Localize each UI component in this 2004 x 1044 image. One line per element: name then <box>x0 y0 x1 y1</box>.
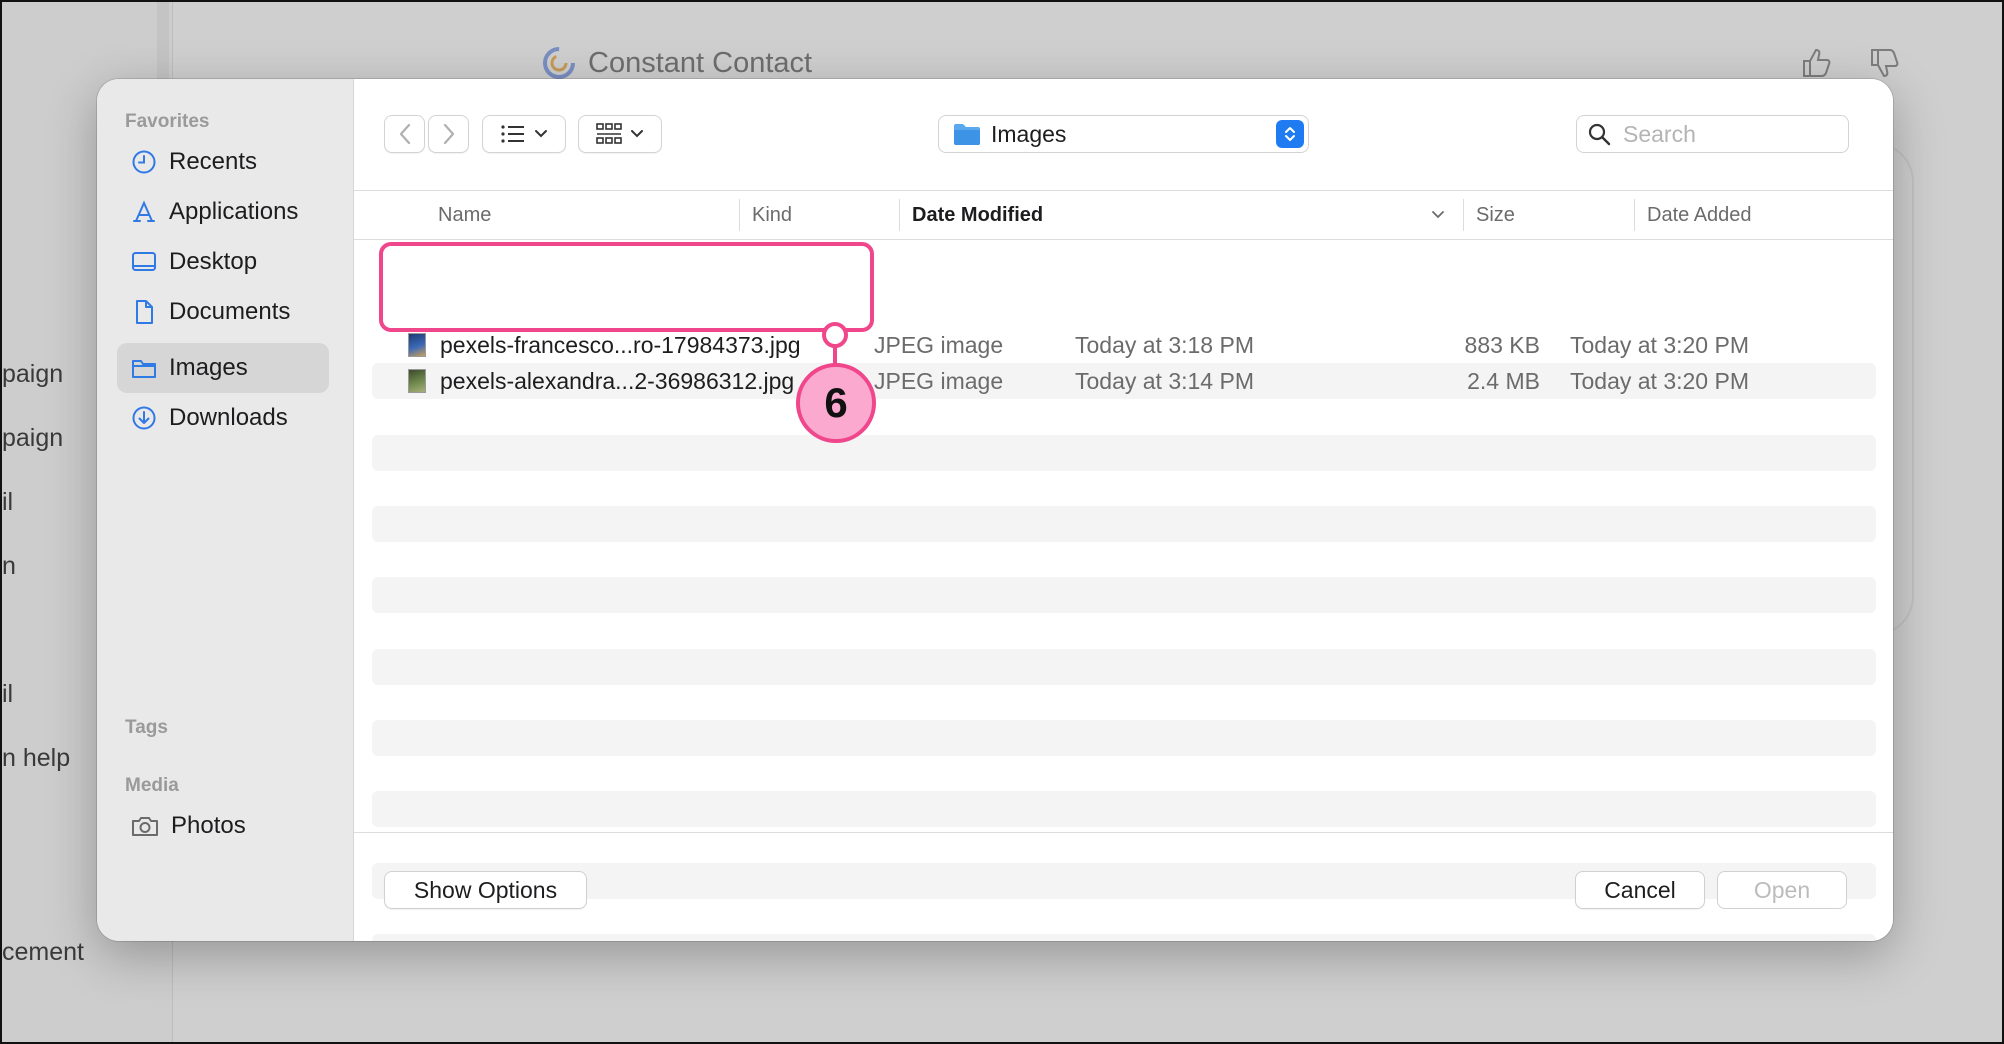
file-name-cell: pexels-francesco...ro-17984373.jpg <box>408 327 801 363</box>
sidebar-item-desktop[interactable]: Desktop <box>117 237 329 287</box>
current-folder-label: Images <box>991 120 1067 147</box>
background-app-name: Constant Contact <box>588 46 813 79</box>
empty-row <box>372 577 1876 613</box>
file-kind: JPEG image <box>874 331 1004 358</box>
list-view-icon <box>501 125 524 143</box>
empty-row <box>372 649 1876 685</box>
empty-row <box>372 506 1876 542</box>
file-size: 883 KB <box>1464 331 1540 358</box>
annotation-anchor-dot <box>822 322 848 348</box>
sidebar-item-label: Photos <box>171 812 246 839</box>
view-mode-button[interactable] <box>482 115 566 153</box>
search-icon <box>1588 123 1611 146</box>
sidebar-item-recents[interactable]: Recents <box>117 137 329 187</box>
group-by-button[interactable] <box>578 115 662 153</box>
table-row[interactable]: pexels-alexandra...2-36986312.jpg JPEG i… <box>372 363 1876 399</box>
sidebar-item-label: Recents <box>169 148 258 175</box>
chevron-down-icon <box>535 130 547 138</box>
search-input[interactable] <box>1621 119 1825 149</box>
sidebar-item-label: Applications <box>169 198 299 225</box>
screenshot-frame: paign paign il n il n help cement Consta… <box>0 0 2004 1044</box>
column-headers: Name Kind Date Modified Size Date Added <box>354 191 1893 240</box>
thumbs-up-icon <box>1803 48 1831 77</box>
file-date-added: Today at 3:20 PM <box>1570 331 1749 358</box>
desktop-icon <box>132 252 156 271</box>
sidebar-item-documents[interactable]: Documents <box>117 287 329 337</box>
forward-button[interactable] <box>428 115 469 153</box>
location-popup[interactable]: Images <box>938 115 1309 153</box>
table-row[interactable]: pexels-francesco...ro-17984373.jpg JPEG … <box>372 327 1876 363</box>
folder-icon <box>132 360 156 378</box>
empty-row <box>372 435 1876 471</box>
file-date-added: Today at 3:20 PM <box>1570 367 1749 394</box>
column-header-name[interactable]: Name <box>426 191 739 239</box>
popup-stepper <box>1276 120 1304 148</box>
sidebar-item-label: Images <box>169 354 248 381</box>
sidebar-item-label: Desktop <box>169 248 258 275</box>
background-nav-item: n help <box>2 744 71 772</box>
sidebar-item-label: Documents <box>169 298 291 325</box>
column-header-date-modified[interactable]: Date Modified <box>900 191 1100 239</box>
applications-icon <box>133 200 155 222</box>
search-field[interactable] <box>1576 115 1849 153</box>
constant-contact-logo-icon <box>543 47 575 79</box>
background-nav-item: il <box>2 488 14 516</box>
file-name: pexels-alexandra...2-36986312.jpg <box>440 367 795 394</box>
favorites-section-label: Favorites <box>125 111 210 132</box>
up-down-chevron-icon <box>1285 127 1295 141</box>
clock-icon <box>132 150 156 174</box>
sidebar-item-photos[interactable]: Photos <box>117 801 329 851</box>
file-open-dialog: Favorites Recents Applications Desktop D… <box>97 79 1893 941</box>
file-kind: JPEG image <box>874 367 1004 394</box>
dialog-toolbar: Images <box>354 79 1893 191</box>
background-nav-strip <box>157 2 169 82</box>
sidebar-item-label: Downloads <box>169 404 288 431</box>
sidebar-item-downloads[interactable]: Downloads <box>117 393 329 443</box>
file-date-modified: Today at 3:18 PM <box>1075 331 1254 358</box>
back-button[interactable] <box>384 115 425 153</box>
image-thumbnail-icon <box>408 369 426 393</box>
finder-sidebar: Favorites Recents Applications Desktop D… <box>97 79 354 941</box>
sidebar-item-applications[interactable]: Applications <box>117 187 329 237</box>
background-nav-item: paign <box>2 360 64 388</box>
column-header-date-added[interactable]: Date Added <box>1635 191 1875 239</box>
dialog-footer: Show Options Cancel Open <box>354 832 1893 941</box>
chevron-right-icon <box>443 123 454 145</box>
column-header-kind[interactable]: Kind <box>740 191 899 239</box>
grid-view-icon <box>596 123 622 144</box>
chevron-left-icon <box>399 123 410 145</box>
file-size: 2.4 MB <box>1467 367 1540 394</box>
annotation-highlight-box <box>379 242 874 332</box>
background-nav-item: il <box>2 680 14 708</box>
open-button[interactable]: Open <box>1717 871 1847 909</box>
file-name-cell: pexels-alexandra...2-36986312.jpg <box>408 363 794 399</box>
cancel-button[interactable]: Cancel <box>1575 871 1705 909</box>
chevron-down-icon <box>631 130 643 138</box>
download-icon <box>132 406 156 430</box>
image-thumbnail-icon <box>408 333 426 357</box>
sidebar-item-images[interactable]: Images <box>117 343 329 393</box>
document-icon <box>136 300 153 324</box>
tags-section-label: Tags <box>125 717 168 738</box>
background-brand: Constant Contact <box>542 46 812 80</box>
column-header-size[interactable]: Size <box>1464 191 1634 239</box>
file-name: pexels-francesco...ro-17984373.jpg <box>440 331 801 358</box>
background-nav-item: n <box>2 552 16 580</box>
file-browser-pane: Images Name <box>354 79 1893 941</box>
empty-row <box>372 791 1876 827</box>
file-date-modified: Today at 3:14 PM <box>1075 367 1254 394</box>
camera-icon <box>132 817 158 836</box>
thumbs-down-icon <box>1871 49 1899 78</box>
background-nav-item: paign <box>2 424 64 452</box>
background-nav-item: cement <box>2 938 84 966</box>
annotation-step-badge: 6 <box>796 363 876 443</box>
media-section-label: Media <box>125 775 179 796</box>
empty-row <box>372 720 1876 756</box>
sort-descending-chevron-icon[interactable] <box>1431 209 1445 221</box>
folder-icon <box>954 124 980 145</box>
show-options-button[interactable]: Show Options <box>384 871 587 909</box>
